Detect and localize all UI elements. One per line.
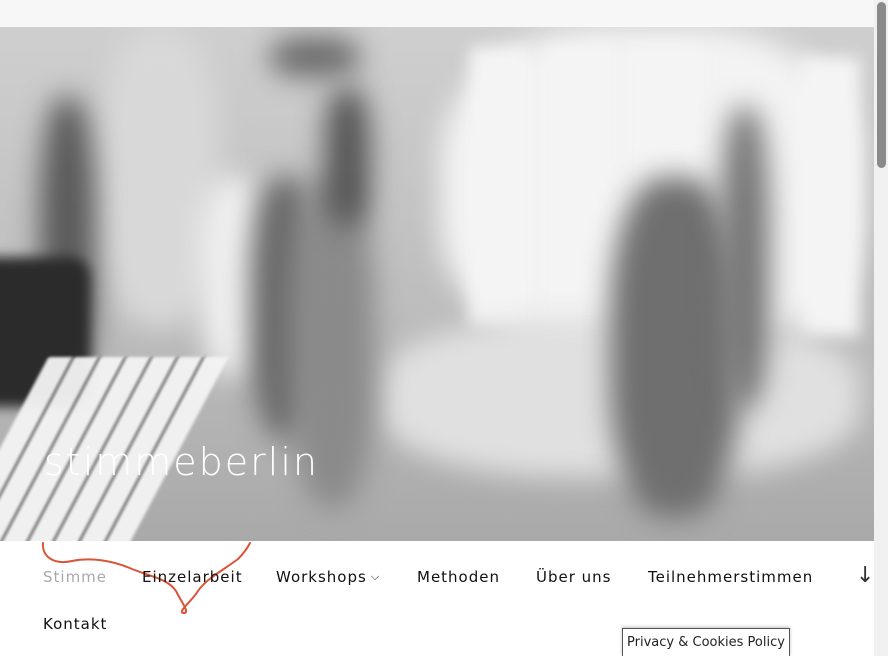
- nav-item-label: Methoden: [417, 568, 500, 586]
- nav-item-label: Kontakt: [43, 615, 108, 633]
- chevron-down-icon: ⌵: [370, 570, 381, 583]
- privacy-cookies-button[interactable]: Privacy & Cookies Policy: [622, 628, 790, 656]
- scrollbar-thumb[interactable]: [877, 2, 886, 168]
- nav-item-stimme[interactable]: Stimme: [43, 568, 107, 586]
- nav-item-teilnehmerstimmen[interactable]: Teilnehmerstimmen: [648, 568, 813, 586]
- nav-item-einzelarbeit[interactable]: Einzelarbeit: [142, 568, 243, 586]
- nav-item-kontakt[interactable]: Kontakt: [43, 615, 107, 633]
- nav-item-label: Workshops: [276, 568, 367, 586]
- nav-item-ueber-uns[interactable]: Über uns: [536, 568, 612, 586]
- nav-item-label: Teilnehmerstimmen: [648, 568, 814, 586]
- site-title[interactable]: stimmeberlin: [44, 440, 319, 484]
- nav-item-label: Über uns: [536, 568, 612, 586]
- nav-item-workshops[interactable]: Workshops ⌵: [276, 568, 380, 586]
- nav-item-label: Stimme: [43, 568, 108, 586]
- nav-item-label: Einzelarbeit: [142, 568, 243, 586]
- nav-item-methoden[interactable]: Methoden: [417, 568, 500, 586]
- arrow-down-icon[interactable]: ↓: [856, 563, 874, 588]
- top-bar: [0, 0, 888, 27]
